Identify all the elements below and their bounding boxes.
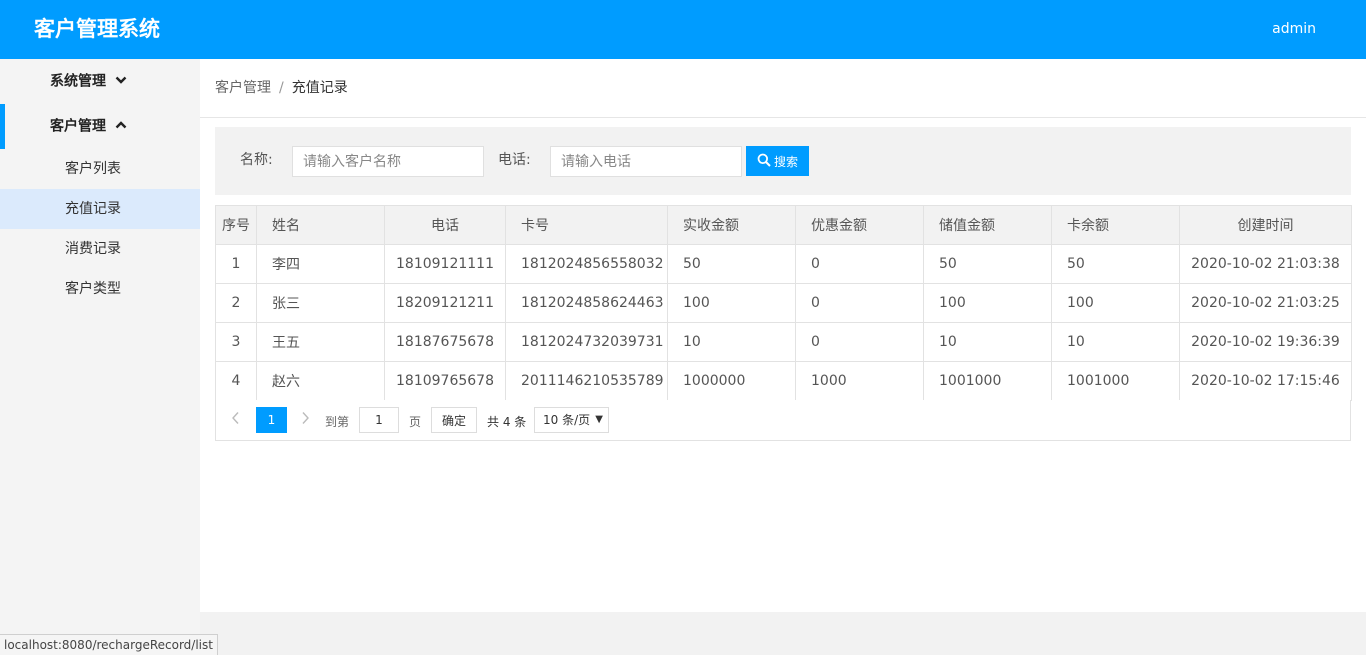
main-content: 客户管理 / 充值记录 名称: 电话: 搜索 序号 姓名 电话 卡号 实收金额 优惠…: [200, 59, 1366, 612]
sidebar-item-customer-list[interactable]: 客户列表: [0, 149, 200, 189]
column-header: 序号: [215, 205, 257, 245]
table-cell: 李四: [256, 244, 385, 284]
table-cell: 4: [215, 361, 257, 401]
table-cell: 50: [923, 244, 1052, 284]
sidebar: 系统管理 客户管理 客户列表 充值记录 消费记录 客户类型: [0, 59, 200, 655]
table-cell: 18109765678: [384, 361, 506, 401]
table-cell: 1000: [795, 361, 924, 401]
top-header: 客户管理系统 admin: [0, 0, 1366, 59]
column-header: 实收金额: [667, 205, 796, 245]
sidebar-group-system[interactable]: 系统管理: [0, 59, 200, 104]
name-label: 名称:: [240, 152, 273, 168]
total-count: 共 4 条: [487, 415, 527, 429]
table-cell: 0: [795, 322, 924, 362]
chevron-down-icon: [115, 59, 127, 104]
table-cell: 王五: [256, 322, 385, 362]
table-cell: 1812024858624463: [505, 283, 668, 323]
table-cell: 2: [215, 283, 257, 323]
recharge-records-table: 序号 姓名 电话 卡号 实收金额 优惠金额 储值金额 卡余额 创建时间 1 李四…: [215, 205, 1352, 401]
browser-status-url: localhost:8080/rechargeRecord/list: [0, 634, 218, 655]
sidebar-group-label: 客户管理: [50, 118, 106, 135]
table-cell: 50: [667, 244, 796, 284]
page-suffix-label: 页: [409, 415, 422, 429]
table-row: 3 王五 18187675678 1812024732039731 10 0 1…: [215, 322, 1352, 362]
chevron-right-icon[interactable]: [300, 411, 310, 429]
page-size-value: 10 条/页: [543, 413, 591, 427]
table-cell: 3: [215, 322, 257, 362]
pagination: 1 到第 页 确定 共 4 条 10 条/页 ▼: [215, 400, 1351, 441]
column-header: 创建时间: [1179, 205, 1352, 245]
table-cell: 100: [667, 283, 796, 323]
search-bar: 名称: 电话: 搜索: [215, 127, 1351, 195]
table-cell: 1812024856558032: [505, 244, 668, 284]
column-header: 卡余额: [1051, 205, 1180, 245]
chevron-up-icon: [115, 104, 127, 149]
table-cell: 10: [667, 322, 796, 362]
table-row: 1 李四 18109121111 1812024856558032 50 0 5…: [215, 244, 1352, 284]
sidebar-item-consumption-records[interactable]: 消费记录: [0, 229, 200, 269]
column-header: 储值金额: [923, 205, 1052, 245]
table-cell: 1001000: [923, 361, 1052, 401]
table-cell: 2020-10-02 21:03:38: [1179, 244, 1352, 284]
table-cell: 18209121211: [384, 283, 506, 323]
table-cell: 50: [1051, 244, 1180, 284]
divider: [200, 117, 1366, 118]
sidebar-item-recharge-records[interactable]: 充值记录: [0, 189, 200, 229]
table-cell: 1: [215, 244, 257, 284]
app-title: 客户管理系统: [34, 17, 160, 41]
table-cell: 2020-10-02 21:03:25: [1179, 283, 1352, 323]
table-cell: 1000000: [667, 361, 796, 401]
goto-label: 到第: [325, 415, 350, 429]
table-cell: 2020-10-02 19:36:39: [1179, 322, 1352, 362]
goto-confirm-button[interactable]: 确定: [431, 407, 477, 433]
table-cell: 张三: [256, 283, 385, 323]
table-cell: 2011146210535789: [505, 361, 668, 401]
table-row: 2 张三 18209121211 1812024858624463 100 0 …: [215, 283, 1352, 323]
breadcrumb: 客户管理 / 充值记录: [215, 79, 348, 97]
column-header: 卡号: [505, 205, 668, 245]
page-number-current[interactable]: 1: [256, 407, 287, 433]
table-cell: 0: [795, 283, 924, 323]
table-cell: 10: [1051, 322, 1180, 362]
search-button-label: 搜索: [773, 154, 798, 169]
sidebar-item-customer-types[interactable]: 客户类型: [0, 269, 200, 309]
table-cell: 10: [923, 322, 1052, 362]
breadcrumb-current: 充值记录: [291, 80, 348, 96]
sidebar-group-label: 系统管理: [50, 73, 106, 90]
chevron-left-icon[interactable]: [231, 411, 241, 429]
name-search-input[interactable]: [292, 146, 484, 177]
user-menu[interactable]: admin: [1272, 20, 1316, 38]
goto-page-input[interactable]: [359, 407, 399, 433]
column-header: 姓名: [256, 205, 385, 245]
search-button[interactable]: 搜索: [746, 146, 809, 176]
table-cell: 18109121111: [384, 244, 506, 284]
breadcrumb-parent[interactable]: 客户管理: [215, 80, 271, 96]
table-cell: 1001000: [1051, 361, 1180, 401]
table-cell: 18187675678: [384, 322, 506, 362]
caret-down-icon: ▼: [595, 414, 603, 425]
sidebar-group-customer[interactable]: 客户管理: [0, 104, 200, 149]
table-cell: 2020-10-02 17:15:46: [1179, 361, 1352, 401]
column-header: 优惠金额: [795, 205, 924, 245]
phone-search-input[interactable]: [550, 146, 742, 177]
table-row: 4 赵六 18109765678 2011146210535789 100000…: [215, 361, 1352, 401]
breadcrumb-separator: /: [279, 80, 284, 96]
table-cell: 100: [1051, 283, 1180, 323]
phone-label: 电话:: [498, 152, 531, 168]
table-header-row: 序号 姓名 电话 卡号 实收金额 优惠金额 储值金额 卡余额 创建时间: [215, 205, 1352, 245]
table-cell: 0: [795, 244, 924, 284]
table-cell: 1812024732039731: [505, 322, 668, 362]
page-size-select[interactable]: 10 条/页 ▼: [534, 407, 609, 433]
table-cell: 100: [923, 283, 1052, 323]
table-cell: 赵六: [256, 361, 385, 401]
search-icon: [757, 153, 771, 170]
column-header: 电话: [384, 205, 506, 245]
